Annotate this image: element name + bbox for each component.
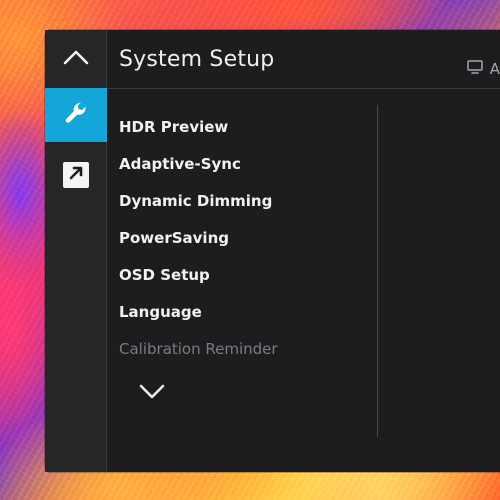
chevron-up-icon xyxy=(62,48,90,70)
scroll-down-button[interactable] xyxy=(135,378,169,408)
menu-item-hdr-preview[interactable]: HDR Preview xyxy=(119,108,359,145)
menu-item-osd-setup[interactable]: OSD Setup xyxy=(119,256,359,293)
tab-shortcut[interactable] xyxy=(45,153,107,197)
page-title: System Setup xyxy=(119,46,275,72)
content-divider xyxy=(377,105,378,437)
wrench-icon xyxy=(63,100,89,130)
menu-item-powersaving[interactable]: PowerSaving xyxy=(119,219,359,256)
header-source-label: A xyxy=(489,60,500,78)
header-source-indicator: A xyxy=(466,59,500,79)
osd-panel: System Setup A HDR Preview Adaptive-Sync… xyxy=(45,30,500,472)
arrow-shortcut-icon xyxy=(67,164,85,186)
menu-item-calibration-reminder[interactable]: Calibration Reminder xyxy=(119,330,359,367)
left-navigation-rail xyxy=(45,30,107,472)
menu-item-language[interactable]: Language xyxy=(119,293,359,330)
menu-item-adaptive-sync[interactable]: Adaptive-Sync xyxy=(119,145,359,182)
monitor-icon xyxy=(466,59,484,79)
tab-system-setup[interactable] xyxy=(45,88,107,142)
settings-menu: HDR Preview Adaptive-Sync Dynamic Dimmin… xyxy=(119,108,359,367)
scroll-up-button[interactable] xyxy=(45,30,107,88)
chevron-down-icon xyxy=(138,382,166,404)
header-bar: System Setup A xyxy=(107,30,500,89)
shortcut-tile xyxy=(63,162,89,188)
menu-item-dynamic-dimming[interactable]: Dynamic Dimming xyxy=(119,182,359,219)
